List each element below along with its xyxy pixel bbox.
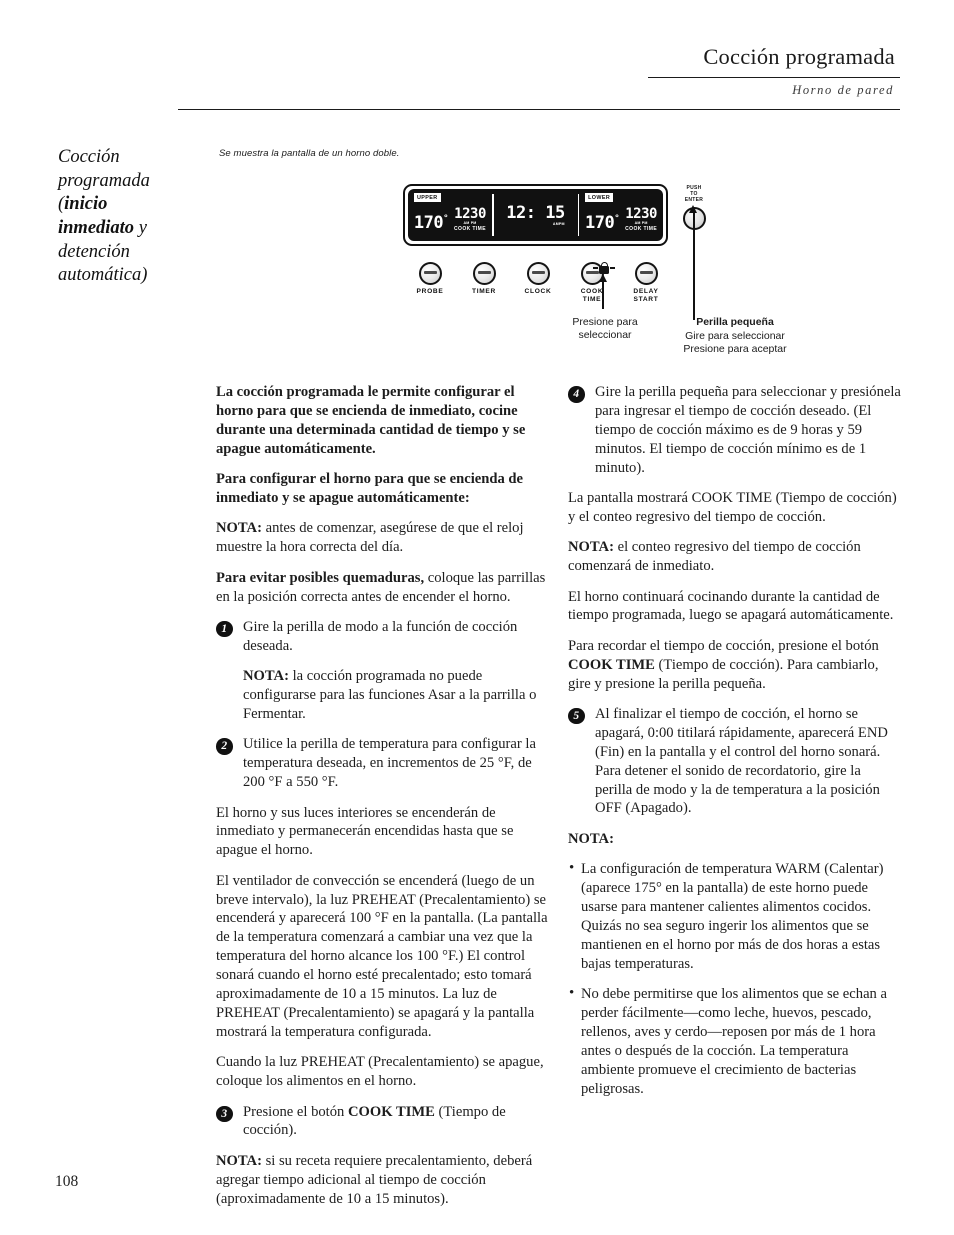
lcd-upper-cook-time-label: COOK TIME	[454, 226, 486, 232]
step-1-number: 1	[216, 620, 233, 638]
lock-icon	[590, 262, 618, 274]
step-4-number: 4	[568, 386, 585, 403]
side-title-line-3: (inicio	[58, 194, 108, 215]
step-2-text: Utilice la perilla de temperatura para c…	[243, 736, 536, 791]
small-knob-callout-arrow	[689, 205, 697, 320]
lcd-upper-cooktime-group: 1230 AM PM COOK TIME	[454, 207, 486, 232]
lcd-clock-zone: 12: 15 AMPM	[494, 189, 578, 241]
side-title-line-6: automática)	[58, 265, 148, 286]
step-5: 5 Al finalizar el tiempo de cocción, el …	[568, 705, 901, 818]
lcd-upper-zone: UPPER 170° 1230 AM PM COOK TIME	[408, 189, 492, 241]
clock-button[interactable]: CLOCK	[515, 262, 561, 296]
lock-dash-right	[610, 267, 615, 269]
page-header: Cocción programada Horno de pared	[178, 44, 900, 110]
timer-button-label: TIMER	[471, 288, 496, 295]
step-2-paragraph-3: Cuando la luz PREHEAT (Precalentamiento)…	[216, 1054, 544, 1090]
note-countdown: NOTA: el conteo regresivo del tiempo de …	[568, 539, 861, 575]
display-info-paragraph: La pantalla mostrará COOK TIME (Tiempo d…	[568, 489, 897, 525]
step-3-text: Presione el botón COOK TIME (Tiempo de c…	[243, 1103, 506, 1139]
cook-time-callout-arrow	[598, 274, 607, 309]
step-2: 2 Utilice la perilla de temperatura para…	[216, 735, 549, 792]
note-burns: Para evitar posibles quemaduras, coloque…	[216, 569, 546, 605]
recall-cook-time-paragraph: Para recordar el tiempo de cocción, pres…	[568, 637, 879, 692]
lcd-lower-zone: LOWER 170° 1230 AM PM COOK TIME	[579, 189, 663, 241]
lcd-clock-time: 12: 15	[506, 202, 565, 223]
probe-button[interactable]: PROBE	[407, 262, 453, 296]
small-knob-callout: Perilla pequeña Gire para seleccionar Pr…	[645, 316, 825, 357]
lcd-lower-cook-time-label: COOK TIME	[625, 226, 658, 232]
lcd-lower-cooktime-group: 1230 AM PM COOK TIME	[625, 207, 657, 232]
delay-start-button[interactable]: DELAY START	[623, 262, 669, 303]
left-text-column: La cocción programada le permite configu…	[216, 383, 549, 1220]
small-knob-callout-heading: Perilla pequeña	[696, 316, 774, 328]
step-1-text: Gire la perilla de modo a la función de …	[243, 618, 518, 654]
lcd-upper-temperature: 170°	[413, 213, 449, 233]
side-title-line-5: detención	[58, 241, 130, 262]
lcd-clock-ampm: AMPM	[552, 221, 565, 226]
lcd-upper-ampm: AM PM	[463, 221, 477, 225]
intro-paragraph: La cocción programada le permite configu…	[216, 384, 526, 457]
clock-button-label: CLOCK	[524, 288, 552, 295]
note-bullet-2-text: No debe permitirse que los alimentos que…	[581, 986, 887, 1097]
step-5-number: 5	[568, 707, 585, 725]
step-2-number: 2	[216, 738, 233, 755]
timer-button-icon	[472, 262, 496, 285]
delay-start-button-icon	[634, 262, 658, 285]
note-bullet-2: • No debe permitirse que los alimentos q…	[568, 985, 901, 1098]
step-1-note: NOTA: la cocción programada no puede con…	[243, 668, 537, 722]
timer-button[interactable]: TIMER	[461, 262, 507, 296]
right-text-column: 4 Gire la perilla pequeña para seleccion…	[568, 383, 901, 1110]
small-knob-callout-line-2: Presione para aceptar	[683, 343, 787, 356]
step-5-text: Al finalizar el tiempo de cocción, el ho…	[595, 705, 888, 817]
auto-shutoff-paragraph: El horno continuará cocinando durante la…	[568, 588, 894, 624]
clock-button-icon	[526, 262, 550, 285]
side-title-line-2: programada	[58, 170, 150, 191]
step-4: 4 Gire la perilla pequeña para seleccion…	[568, 383, 901, 477]
lock-dash-left	[593, 267, 598, 269]
section-running-title: Cocción programada (inicio inmediato y d…	[58, 146, 193, 288]
note-heading: NOTA:	[568, 830, 614, 847]
page-number: 108	[55, 1173, 79, 1190]
artwork-caption: Se muestra la pantalla de un horno doble…	[219, 148, 400, 159]
delay-start-button-label: DELAY START	[633, 288, 659, 303]
lcd-lower-temperature: 170°	[585, 213, 620, 233]
note-clock: NOTA: antes de comenzar, asegúrese de qu…	[216, 520, 524, 556]
note-bullet-1-text: La configuración de temperatura WARM (Ca…	[581, 861, 884, 972]
lcd-lower-tag: LOWER	[585, 193, 614, 202]
step-2-paragraph-2: El ventilador de convección se encenderá…	[216, 872, 548, 1040]
bullet-marker: •	[569, 860, 575, 877]
header-divider-short	[648, 77, 900, 78]
probe-button-label: PROBE	[416, 288, 444, 295]
lcd-lower-time: 1230	[625, 206, 657, 222]
lcd-upper-tag: UPPER	[414, 193, 441, 202]
step-2-paragraph-1: El horno y sus luces interiores se encen…	[216, 804, 514, 859]
step-4-text: Gire la perilla pequeña para seleccionar…	[595, 384, 901, 476]
header-subtitle: Horno de pared	[792, 83, 894, 97]
note-preheat-time: NOTA: si su receta requiere precalentami…	[216, 1152, 533, 1207]
side-title-line-1: Cocción	[58, 147, 120, 167]
header-divider-long	[178, 109, 900, 110]
cook-time-button-label: COOK TIME	[580, 288, 604, 303]
step-3: 3 Presione el botón COOK TIME (Tiempo de…	[216, 1103, 549, 1141]
step-1: 1 Gire la perilla de modo a la función d…	[216, 618, 549, 656]
push-to-enter-label: PUSH TO ENTER	[684, 185, 704, 203]
lcd-display-frame: UPPER 170° 1230 AM PM COOK TIME 12: 15 A…	[403, 184, 668, 246]
page-title: Cocción programada	[703, 44, 895, 69]
small-knob-callout-line-1: Gire para seleccionar	[685, 329, 785, 342]
control-button-row: PROBE TIMER CLOCK COOK TIME DELAY START	[407, 262, 669, 303]
step-3-number: 3	[216, 1105, 233, 1122]
lcd-lower-ampm: AM PM	[634, 221, 648, 225]
oven-control-panel-illustration: UPPER 170° 1230 AM PM COOK TIME 12: 15 A…	[395, 176, 787, 361]
bullet-marker: •	[569, 985, 575, 1002]
padlock-glyph	[599, 262, 609, 274]
note-bullet-1: • La configuración de temperatura WARM (…	[568, 860, 901, 973]
cook-time-callout-text: Presione para seleccionar	[572, 316, 638, 342]
side-title-line-4: inmediato y	[58, 218, 147, 239]
probe-button-icon	[418, 262, 442, 285]
lcd-screen: UPPER 170° 1230 AM PM COOK TIME 12: 15 A…	[408, 189, 663, 241]
purpose-paragraph: Para configurar el horno para que se enc…	[216, 471, 523, 506]
lcd-upper-time: 1230	[454, 206, 486, 222]
